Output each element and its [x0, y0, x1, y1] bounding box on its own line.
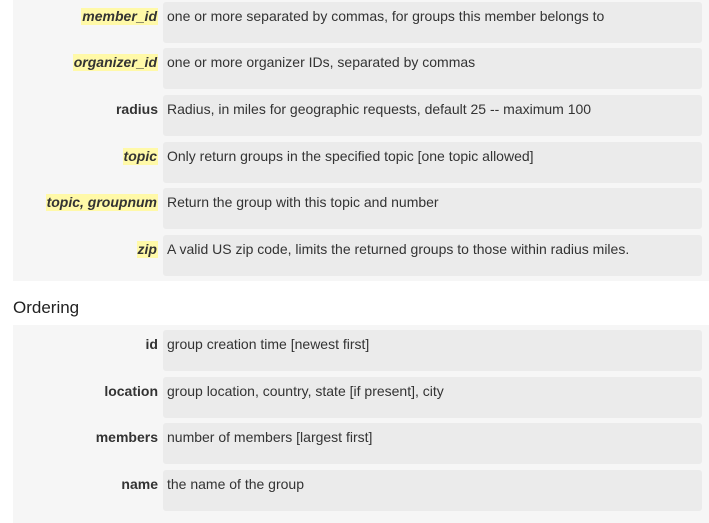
- param-row-topic: topic Only return groups in the specifie…: [13, 142, 709, 184]
- param-description: Only return groups in the specified topi…: [167, 148, 534, 164]
- param-row-radius: radius Radius, in miles for geographic r…: [13, 95, 709, 137]
- ordering-description: the name of the group: [167, 476, 304, 492]
- ordering-description: group location, country, state [if prese…: [167, 383, 444, 399]
- ordering-description-box: group creation time [newest first]: [163, 330, 702, 371]
- ordering-row-name: name the name of the group: [13, 470, 709, 512]
- ordering-name: location: [104, 383, 158, 399]
- ordering-row-id: id group creation time [newest first]: [13, 330, 709, 372]
- parameters-table: member_id one or more separated by comma…: [13, 0, 709, 281]
- ordering-description-box: number of members [largest first]: [163, 423, 702, 464]
- ordering-name: id: [145, 336, 158, 352]
- param-name: zip: [136, 241, 158, 258]
- param-description-box: Return the group with this topic and num…: [163, 188, 702, 229]
- param-description-box: one or more separated by commas, for gro…: [163, 2, 702, 43]
- param-row-organizer-id: organizer_id one or more organizer IDs, …: [13, 48, 709, 90]
- ordering-description: number of members [largest first]: [167, 429, 373, 445]
- param-description: one or more organizer IDs, separated by …: [167, 54, 476, 70]
- param-name: member_id: [81, 8, 158, 25]
- param-row-zip: zip A valid US zip code, limits the retu…: [13, 235, 709, 277]
- ordering-table: id group creation time [newest first] lo…: [13, 325, 709, 523]
- param-description: Return the group with this topic and num…: [167, 194, 439, 210]
- ordering-heading: Ordering: [13, 298, 80, 317]
- param-name: topic, groupnum: [45, 194, 158, 211]
- param-description-box: Only return groups in the specified topi…: [163, 142, 702, 183]
- ordering-description-box: group location, country, state [if prese…: [163, 377, 702, 418]
- param-row-member-id: member_id one or more separated by comma…: [13, 2, 709, 44]
- ordering-row-members: members number of members [largest first…: [13, 423, 709, 465]
- ordering-description-box: the name of the group: [163, 470, 702, 511]
- ordering-description: group creation time [newest first]: [167, 336, 370, 352]
- param-name: organizer_id: [72, 54, 158, 71]
- param-description-box: A valid US zip code, limits the returned…: [163, 235, 702, 276]
- param-description-box: one or more organizer IDs, separated by …: [163, 48, 702, 89]
- ordering-name: name: [121, 476, 158, 492]
- param-row-topic-groupnum: topic, groupnum Return the group with th…: [13, 188, 709, 230]
- param-name: radius: [115, 101, 158, 117]
- ordering-row-location: location group location, country, state …: [13, 377, 709, 419]
- param-description-box: Radius, in miles for geographic requests…: [163, 95, 702, 136]
- param-description: Radius, in miles for geographic requests…: [167, 101, 592, 117]
- ordering-name: members: [95, 429, 158, 445]
- param-description: one or more separated by commas, for gro…: [167, 8, 605, 24]
- param-name: topic: [122, 148, 158, 165]
- param-description: A valid US zip code, limits the returned…: [167, 241, 630, 257]
